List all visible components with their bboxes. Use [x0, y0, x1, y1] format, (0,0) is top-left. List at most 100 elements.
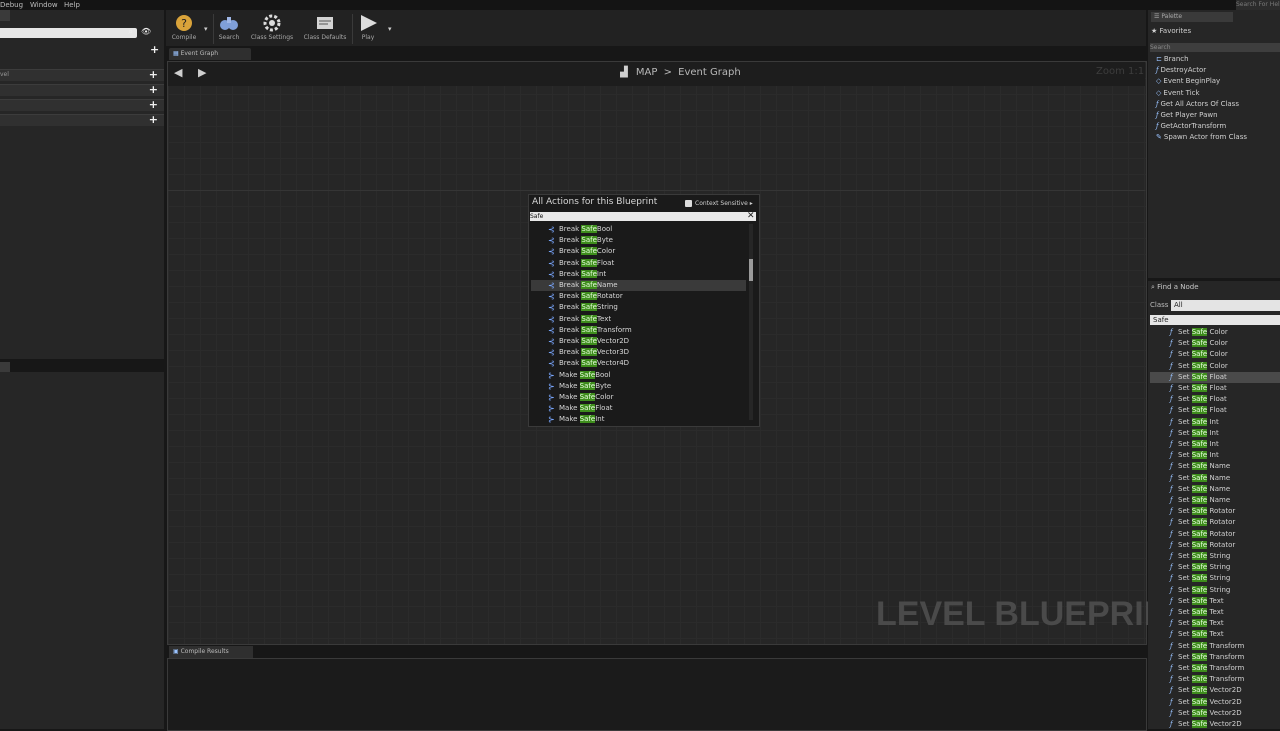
action-search-input[interactable]: Safe: [530, 212, 756, 221]
find-node-item[interactable]: ƒ Set Safe Transform: [1150, 641, 1280, 652]
find-node-item[interactable]: ƒ Set Safe Color: [1150, 361, 1280, 372]
find-node-item[interactable]: ƒ Set Safe String: [1150, 585, 1280, 596]
palette-item[interactable]: ⊏ Branch: [1156, 54, 1189, 64]
play-options-dropdown[interactable]: ▾: [388, 25, 392, 33]
palette-item[interactable]: ✎ Spawn Actor from Class: [1156, 132, 1247, 142]
add-icon[interactable]: +: [149, 99, 158, 111]
palette-item[interactable]: ƒ Get All Actors Of Class: [1156, 99, 1239, 109]
action-item[interactable]: ⊰ Break SafeVector2D: [531, 336, 746, 347]
class-settings-button[interactable]: Class Settings: [249, 12, 295, 46]
favorites-header[interactable]: ★ Favorites: [1151, 27, 1191, 35]
find-node-item[interactable]: ƒ Set Safe Int: [1150, 428, 1280, 439]
left-section-row[interactable]: vel +: [0, 69, 164, 81]
left-panel-tab[interactable]: [0, 10, 10, 21]
palette-item[interactable]: ƒ Get Player Pawn: [1156, 110, 1218, 120]
add-icon[interactable]: +: [150, 43, 159, 56]
search-button[interactable]: Search: [215, 12, 243, 46]
action-item[interactable]: ⊰ Break SafeTransform: [531, 325, 746, 336]
find-node-item[interactable]: ƒ Set Safe Name: [1150, 484, 1280, 495]
find-node-item[interactable]: ƒ Set Safe Name: [1150, 461, 1280, 472]
compile-options-dropdown[interactable]: ▾: [204, 25, 208, 33]
search-icon[interactable]: ⌕: [128, 27, 133, 37]
action-item[interactable]: ⊰ Break SafeFloat: [531, 258, 746, 269]
palette-item[interactable]: ◇ Event BeginPlay: [1156, 76, 1220, 86]
find-node-item[interactable]: ƒ Set Safe Rotator: [1150, 540, 1280, 551]
find-node-item[interactable]: ƒ Set Safe Rotator: [1150, 506, 1280, 517]
find-node-item[interactable]: ƒ Set Safe Float: [1150, 405, 1280, 416]
context-sensitive-checkbox[interactable]: [685, 200, 692, 207]
find-node-item[interactable]: ƒ Set Safe Vector2D: [1150, 697, 1280, 708]
palette-item[interactable]: ƒ DestroyActor: [1156, 65, 1206, 75]
action-item[interactable]: ⊰ Break SafeColor: [531, 246, 746, 257]
class-defaults-button[interactable]: Class Defaults: [301, 12, 349, 46]
action-item[interactable]: ⊰ Break SafeRotator: [531, 291, 746, 302]
action-item[interactable]: ⊰ Break SafeName: [531, 280, 746, 291]
action-list-scrollbar[interactable]: [749, 224, 753, 420]
palette-item[interactable]: ◇ Event Tick: [1156, 88, 1200, 98]
action-item[interactable]: ⊱ Make SafeByte: [531, 381, 746, 392]
find-node-item[interactable]: ƒ Set Safe String: [1150, 562, 1280, 573]
find-node-item[interactable]: ƒ Set Safe Text: [1150, 618, 1280, 629]
find-node-item[interactable]: ƒ Set Safe Text: [1150, 596, 1280, 607]
add-icon[interactable]: +: [149, 69, 158, 81]
find-node-item[interactable]: ƒ Set Safe Text: [1150, 607, 1280, 618]
find-node-item[interactable]: ƒ Set Safe Transform: [1150, 663, 1280, 674]
find-node-item[interactable]: ƒ Set Safe String: [1150, 551, 1280, 562]
find-node-item[interactable]: ƒ Set Safe Rotator: [1150, 529, 1280, 540]
add-icon[interactable]: +: [149, 114, 158, 126]
eye-icon[interactable]: 👁: [141, 27, 151, 36]
find-node-item[interactable]: ƒ Set Safe Transform: [1150, 674, 1280, 685]
find-node-item[interactable]: ƒ Set Safe Rotator: [1150, 517, 1280, 528]
palette-item[interactable]: ƒ GetActorTransform: [1156, 121, 1226, 131]
find-node-item[interactable]: ƒ Set Safe Color: [1150, 327, 1280, 338]
palette-search-input[interactable]: Search: [1150, 43, 1280, 52]
find-node-input[interactable]: Safe: [1150, 315, 1280, 325]
action-item[interactable]: ⊰ Break SafeByte: [531, 235, 746, 246]
menu-help[interactable]: Help: [64, 0, 80, 10]
find-node-item[interactable]: ƒ Set Safe Int: [1150, 439, 1280, 450]
find-node-item[interactable]: ƒ Set Safe Int: [1150, 417, 1280, 428]
action-item[interactable]: ⊰ Break SafeText: [531, 314, 746, 325]
details-panel-tab[interactable]: [0, 362, 10, 372]
menu-debug[interactable]: Debug: [0, 0, 23, 10]
left-section-row[interactable]: +: [0, 114, 164, 126]
action-item[interactable]: ⊱ Make SafeBool: [531, 370, 746, 381]
tab-compile-results[interactable]: ▣ Compile Results: [169, 646, 253, 658]
action-item[interactable]: ⊱ Make SafeFloat: [531, 403, 746, 414]
breadcrumb-root[interactable]: MAP: [636, 67, 658, 78]
back-arrow-icon[interactable]: ◀: [174, 66, 182, 79]
find-node-item[interactable]: ƒ Set Safe Color: [1150, 349, 1280, 360]
find-node-item[interactable]: ƒ Set Safe Text: [1150, 629, 1280, 640]
tab-palette[interactable]: ☰ Palette: [1151, 12, 1233, 22]
compile-button[interactable]: ? Compile: [168, 12, 200, 46]
class-select[interactable]: All: [1171, 300, 1280, 311]
menu-window[interactable]: Window: [30, 0, 58, 10]
action-item[interactable]: ⊰ Break SafeVector4D: [531, 358, 746, 369]
find-node-item[interactable]: ƒ Set Safe Color: [1150, 338, 1280, 349]
action-item[interactable]: ⊰ Break SafeInt: [531, 269, 746, 280]
play-button[interactable]: Play: [355, 12, 381, 46]
clear-search-icon[interactable]: ✕: [747, 211, 755, 221]
tab-event-graph[interactable]: ▦ Event Graph: [169, 48, 251, 60]
action-item[interactable]: ⊰ Break SafeString: [531, 302, 746, 313]
find-node-item[interactable]: ƒ Set Safe Name: [1150, 473, 1280, 484]
action-item[interactable]: ⊰ Break SafeBool: [531, 224, 746, 235]
find-node-item[interactable]: ƒ Set Safe Vector2D: [1150, 708, 1280, 719]
action-item[interactable]: ⊰ Break SafeVector3D: [531, 347, 746, 358]
find-node-item[interactable]: ƒ Set Safe Transform: [1150, 652, 1280, 663]
find-node-item[interactable]: ƒ Set Safe String: [1150, 573, 1280, 584]
find-node-item[interactable]: ƒ Set Safe Int: [1150, 450, 1280, 461]
action-item[interactable]: ⊱ Make SafeColor: [531, 392, 746, 403]
left-section-row[interactable]: +: [0, 99, 164, 111]
action-item[interactable]: ⊱ Make SafeInt: [531, 414, 746, 423]
scrollbar-thumb[interactable]: [749, 259, 753, 281]
left-section-row[interactable]: +: [0, 84, 164, 96]
search-help-input[interactable]: Search For Help: [1236, 0, 1280, 10]
find-node-item[interactable]: ƒ Set Safe Float: [1150, 394, 1280, 405]
forward-arrow-icon[interactable]: ▶: [198, 66, 206, 79]
find-node-item[interactable]: ƒ Set Safe Vector2D: [1150, 719, 1280, 729]
find-node-item[interactable]: ƒ Set Safe Vector2D: [1150, 685, 1280, 696]
add-icon[interactable]: +: [149, 84, 158, 96]
find-node-item[interactable]: ƒ Set Safe Float: [1150, 371, 1280, 383]
find-node-item[interactable]: ƒ Set Safe Float: [1150, 383, 1280, 394]
